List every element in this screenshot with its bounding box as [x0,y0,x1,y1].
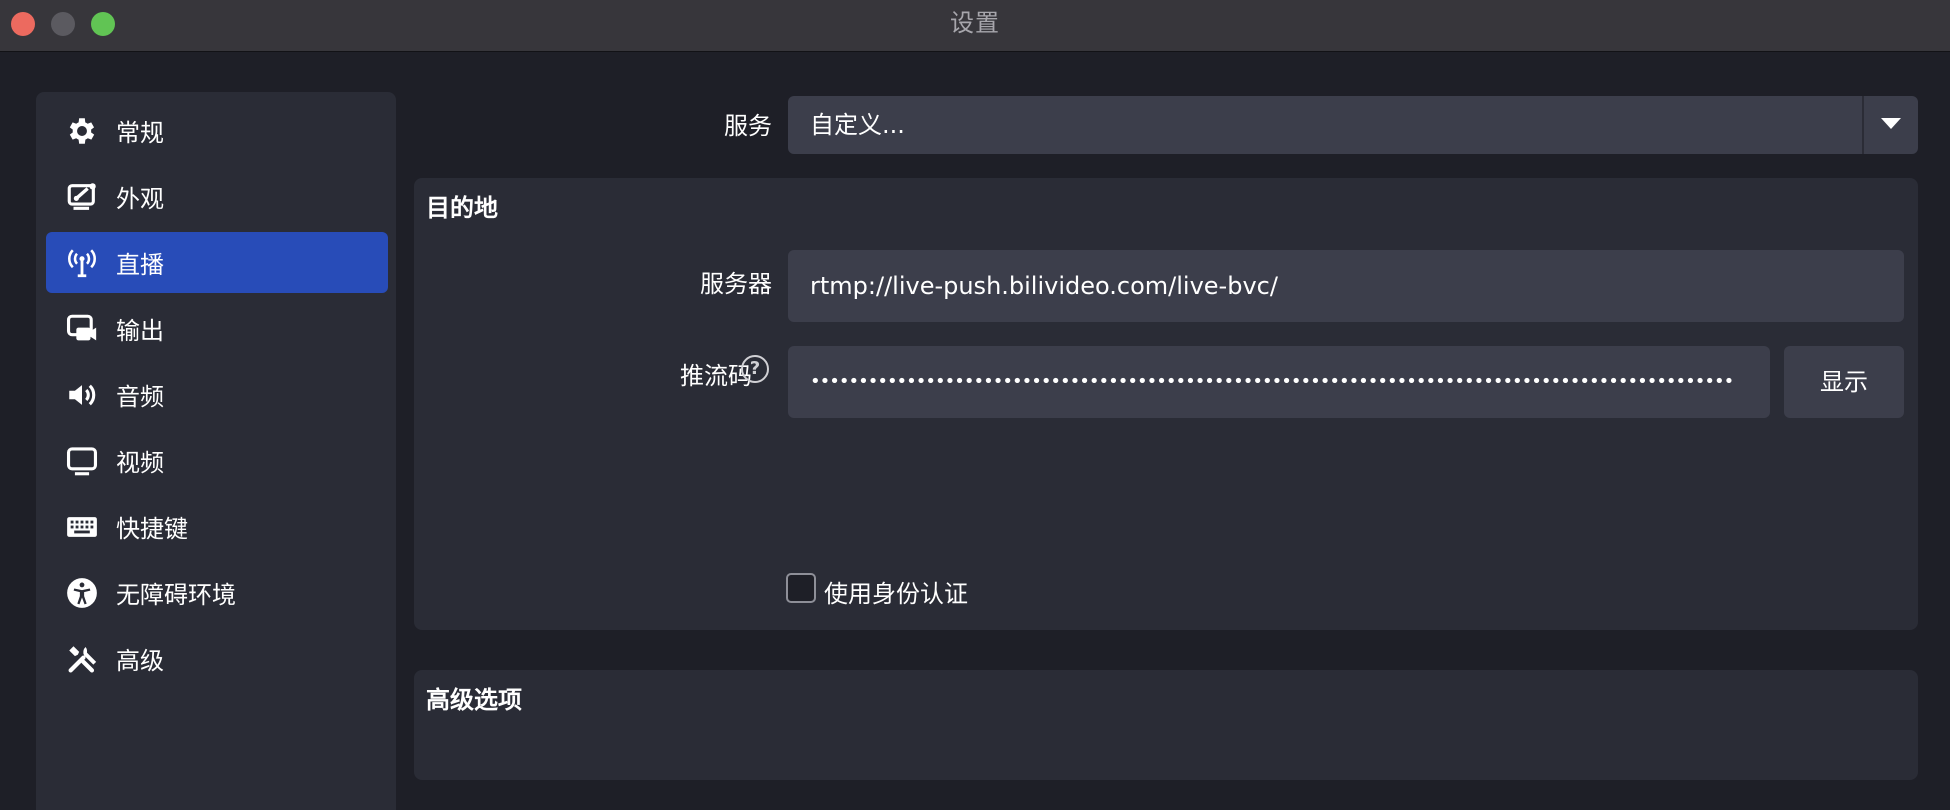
advanced-options-group: 高级选项 [414,670,1918,780]
sidebar-item-label: 快捷键 [116,515,188,543]
speaker-icon [64,377,100,413]
sidebar-item-label: 音频 [116,383,164,411]
settings-sidebar: 常规 外观 直播 输出 音频 视频 快捷键 无障碍环境 高级 [36,92,396,810]
accessibility-icon [64,575,100,611]
sidebar-item-label: 高级 [116,647,164,675]
destination-group: 目的地 服务器 rtmp://live-push.bilivideo.com/l… [414,178,1918,630]
sidebar-item-stream[interactable]: 直播 [46,232,388,293]
output-icon [64,311,100,347]
service-select[interactable]: 自定义... [788,96,1918,154]
service-select-value: 自定义... [810,111,905,139]
sidebar-item-label: 常规 [116,119,164,147]
service-label: 服务 [724,112,772,140]
window-title: 设置 [950,9,1000,37]
sidebar-item-label: 视频 [116,449,164,477]
show-stream-key-button[interactable]: 显示 [1784,346,1904,418]
tools-icon [64,641,100,677]
sidebar-item-output[interactable]: 输出 [46,298,388,359]
sidebar-item-appearance[interactable]: 外观 [46,166,388,227]
sidebar-item-label: 输出 [116,317,164,345]
title-bar: 设置 [0,0,1950,52]
sidebar-item-accessibility[interactable]: 无障碍环境 [46,562,388,623]
server-input[interactable]: rtmp://live-push.bilivideo.com/live-bvc/ [788,250,1904,322]
chevron-down-icon[interactable] [1881,118,1901,129]
use-auth-label[interactable]: 使用身份认证 [824,574,968,609]
stream-key-input[interactable]: ••••••••••••••••••••••••••••••••••••••••… [788,346,1770,418]
appearance-icon [64,179,100,215]
sidebar-item-audio[interactable]: 音频 [46,364,388,425]
advanced-options-title: 高级选项 [426,686,522,714]
destination-title: 目的地 [426,194,498,222]
sidebar-item-hotkeys[interactable]: 快捷键 [46,496,388,557]
monitor-icon [64,443,100,479]
help-icon[interactable]: ? [741,355,769,383]
sidebar-item-advanced[interactable]: 高级 [46,628,388,689]
broadcast-icon [64,245,100,281]
sidebar-item-label: 直播 [116,251,164,279]
sidebar-item-video[interactable]: 视频 [46,430,388,491]
stream-key-label: 推流码 [680,362,752,390]
server-label: 服务器 [700,270,772,298]
gear-icon [64,113,100,149]
select-divider [1862,96,1864,154]
sidebar-item-label: 无障碍环境 [116,581,236,609]
keyboard-icon [64,509,100,545]
sidebar-item-general[interactable]: 常规 [46,100,388,161]
use-auth-checkbox[interactable] [786,573,816,603]
sidebar-item-label: 外观 [116,185,164,213]
